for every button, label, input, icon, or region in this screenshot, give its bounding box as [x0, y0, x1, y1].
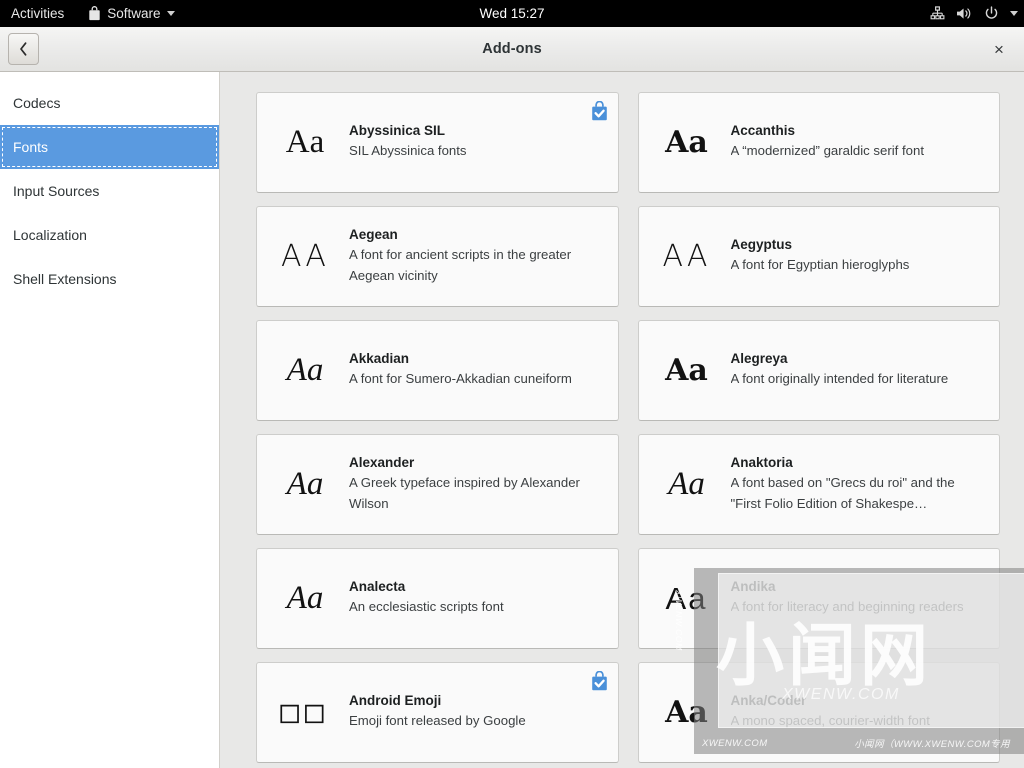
font-preview-glyphs: Aa [665, 124, 708, 160]
app-menu-button[interactable]: Software [77, 0, 185, 27]
installed-badge-icon [590, 670, 609, 692]
sidebar-item-codecs[interactable]: Codecs [0, 81, 219, 125]
font-card-title: Alexander [349, 455, 415, 471]
font-card-title: Aegean [349, 227, 398, 243]
font-card-description: A mono spaced, courier-width font [730, 713, 930, 729]
font-card-text: Aegean A font for ancient scripts in the … [349, 227, 612, 286]
font-card-description: An ecclesiastic scripts font [349, 599, 504, 615]
font-preview-glyphs: □□ [280, 694, 330, 730]
chevron-down-icon[interactable] [1010, 11, 1018, 16]
font-card-description: Emoji font released by Google [349, 713, 526, 729]
sidebar-item-label: Input Sources [13, 183, 100, 199]
top-bar-left: Activities Software [0, 0, 186, 27]
font-card-description: A font for literacy and beginning reader… [730, 599, 964, 615]
font-card[interactable]: Aa Alegreya A font originally intended for… [637, 320, 1000, 421]
font-card[interactable]: AA Aegyptus A font for Egyptian hieroglyph… [637, 206, 1000, 307]
activities-label: Activities [11, 6, 65, 21]
font-card-title: Android Emoji [349, 693, 442, 709]
installed-badge-icon [590, 100, 609, 122]
font-card-text: Alegreya A font originally intended for l… [731, 351, 994, 389]
font-card-description: A font originally intended for literatur… [730, 371, 949, 387]
font-preview-glyphs: AA [281, 238, 329, 274]
font-preview-glyphs: AA [662, 238, 711, 274]
font-card-description: A font for Sumero-Akkadian cuneiform [349, 371, 572, 387]
font-card-title: Anaktoria [730, 455, 793, 471]
font-card-grid: Aa Abyssinica SIL SIL Abyssinica fonts Aa Ac… [256, 92, 1000, 763]
font-card-title: Analecta [349, 579, 406, 595]
network-wired-icon [930, 6, 945, 21]
font-card[interactable]: Aa Analecta An ecclesiastic scripts font [256, 548, 619, 649]
font-card[interactable]: □□ Android Emoji Emoji font released by Go… [256, 662, 619, 763]
power-icon [984, 6, 999, 21]
font-preview-glyphs: Aa [286, 466, 324, 502]
system-status-area[interactable] [930, 0, 1018, 27]
sidebar-item-fonts[interactable]: Fonts [0, 125, 219, 169]
font-card[interactable]: Aa Abyssinica SIL SIL Abyssinica fonts [256, 92, 619, 193]
font-card-text: Android Emoji Emoji font released by Goog… [349, 693, 612, 731]
sidebar-item-label: Fonts [13, 139, 49, 155]
sidebar-item-shell-extensions[interactable]: Shell Extensions [0, 257, 219, 301]
shopping-bag-icon [88, 6, 101, 21]
volume-icon [956, 6, 973, 21]
font-card-text: Alexander A Greek typeface inspired by Al… [349, 455, 612, 514]
font-card-text: Akkadian A font for Sumero-Akkadian cunei… [349, 351, 612, 389]
font-card-text: Accanthis A “modernized” garaldic serif f… [731, 123, 994, 161]
sidebar-item-input-sources[interactable]: Input Sources [0, 169, 219, 213]
font-card[interactable]: Aa Anka/Coder A mono spaced, courier-width… [637, 662, 1000, 763]
sidebar-item-label: Localization [13, 227, 87, 243]
font-card-description: A “modernized” garaldic serif font [730, 143, 925, 159]
font-card[interactable]: Aa Akkadian A font for Sumero-Akkadian cun… [256, 320, 619, 421]
font-card-text: Abyssinica SIL SIL Abyssinica fonts [349, 123, 612, 161]
clock[interactable]: Wed 15:27 [479, 6, 544, 21]
activities-button[interactable]: Activities [0, 0, 77, 27]
sidebar-item-localization[interactable]: Localization [0, 213, 219, 257]
font-card-title: Andika [730, 579, 776, 595]
chevron-down-icon [166, 11, 175, 16]
font-preview-glyphs: Aa [286, 352, 324, 388]
font-card-text: Analecta An ecclesiastic scripts font [349, 579, 612, 617]
font-card-text: Anka/Coder A mono spaced, courier-width f… [731, 693, 994, 731]
font-preview-glyphs: Aa [665, 694, 708, 730]
font-preview-glyphs: Aa [285, 124, 325, 160]
font-card-text: Anaktoria A font based on "Grecs du roi" … [731, 455, 994, 514]
font-card-description: A font for Egyptian hieroglyphs [730, 257, 910, 273]
page-title: Add-ons [482, 41, 542, 57]
close-icon: × [994, 39, 1004, 59]
font-card-title: Accanthis [730, 123, 796, 139]
font-card-text: Aegyptus A font for Egyptian hieroglyphs [731, 237, 994, 275]
font-card-description: A Greek typeface inspired by Alexander W… [349, 475, 580, 511]
sidebar-item-label: Shell Extensions [13, 271, 117, 287]
font-card-description: A font for ancient scripts in the greate… [349, 247, 572, 283]
app-menu-label: Software [107, 6, 161, 21]
font-preview-glyphs: Aa [665, 581, 708, 616]
main-area: Codecs Fonts Input Sources Localization … [0, 72, 1024, 768]
font-card-text: Andika A font for literacy and beginning … [731, 579, 994, 617]
font-preview-glyphs: Aa [668, 466, 705, 502]
font-preview-glyphs: Aa [665, 352, 708, 388]
font-card[interactable]: AA Aegean A font for ancient scripts in th… [256, 206, 619, 307]
font-card-title: Abyssinica SIL [349, 123, 446, 139]
font-card[interactable]: Aa Andika A font for literacy and beginnin… [637, 548, 1000, 649]
addons-content-pane: Aa Abyssinica SIL SIL Abyssinica fonts Aa Ac… [220, 72, 1024, 768]
font-card-title: Aegyptus [730, 237, 793, 253]
font-card-description: A font based on "Grecs du roi" and the "… [730, 475, 955, 511]
font-card[interactable]: Aa Accanthis A “modernized” garaldic serif… [637, 92, 1000, 193]
font-card-title: Alegreya [730, 351, 788, 367]
sidebar-item-label: Codecs [13, 95, 61, 111]
window-header-bar: Add-ons × [0, 27, 1024, 72]
font-card-description: SIL Abyssinica fonts [349, 143, 467, 159]
font-card[interactable]: Aa Anaktoria A font based on "Grecs du roi… [637, 434, 1000, 535]
font-preview-glyphs: Aa [286, 580, 324, 616]
close-button[interactable]: × [984, 27, 1014, 72]
font-card-title: Akkadian [349, 351, 410, 367]
sidebar: Codecs Fonts Input Sources Localization … [0, 72, 220, 768]
font-card[interactable]: Aa Alexander A Greek typeface inspired by … [256, 434, 619, 535]
font-card-title: Anka/Coder [730, 693, 807, 709]
gnome-top-bar: Activities Software Wed 15:27 [0, 0, 1024, 27]
